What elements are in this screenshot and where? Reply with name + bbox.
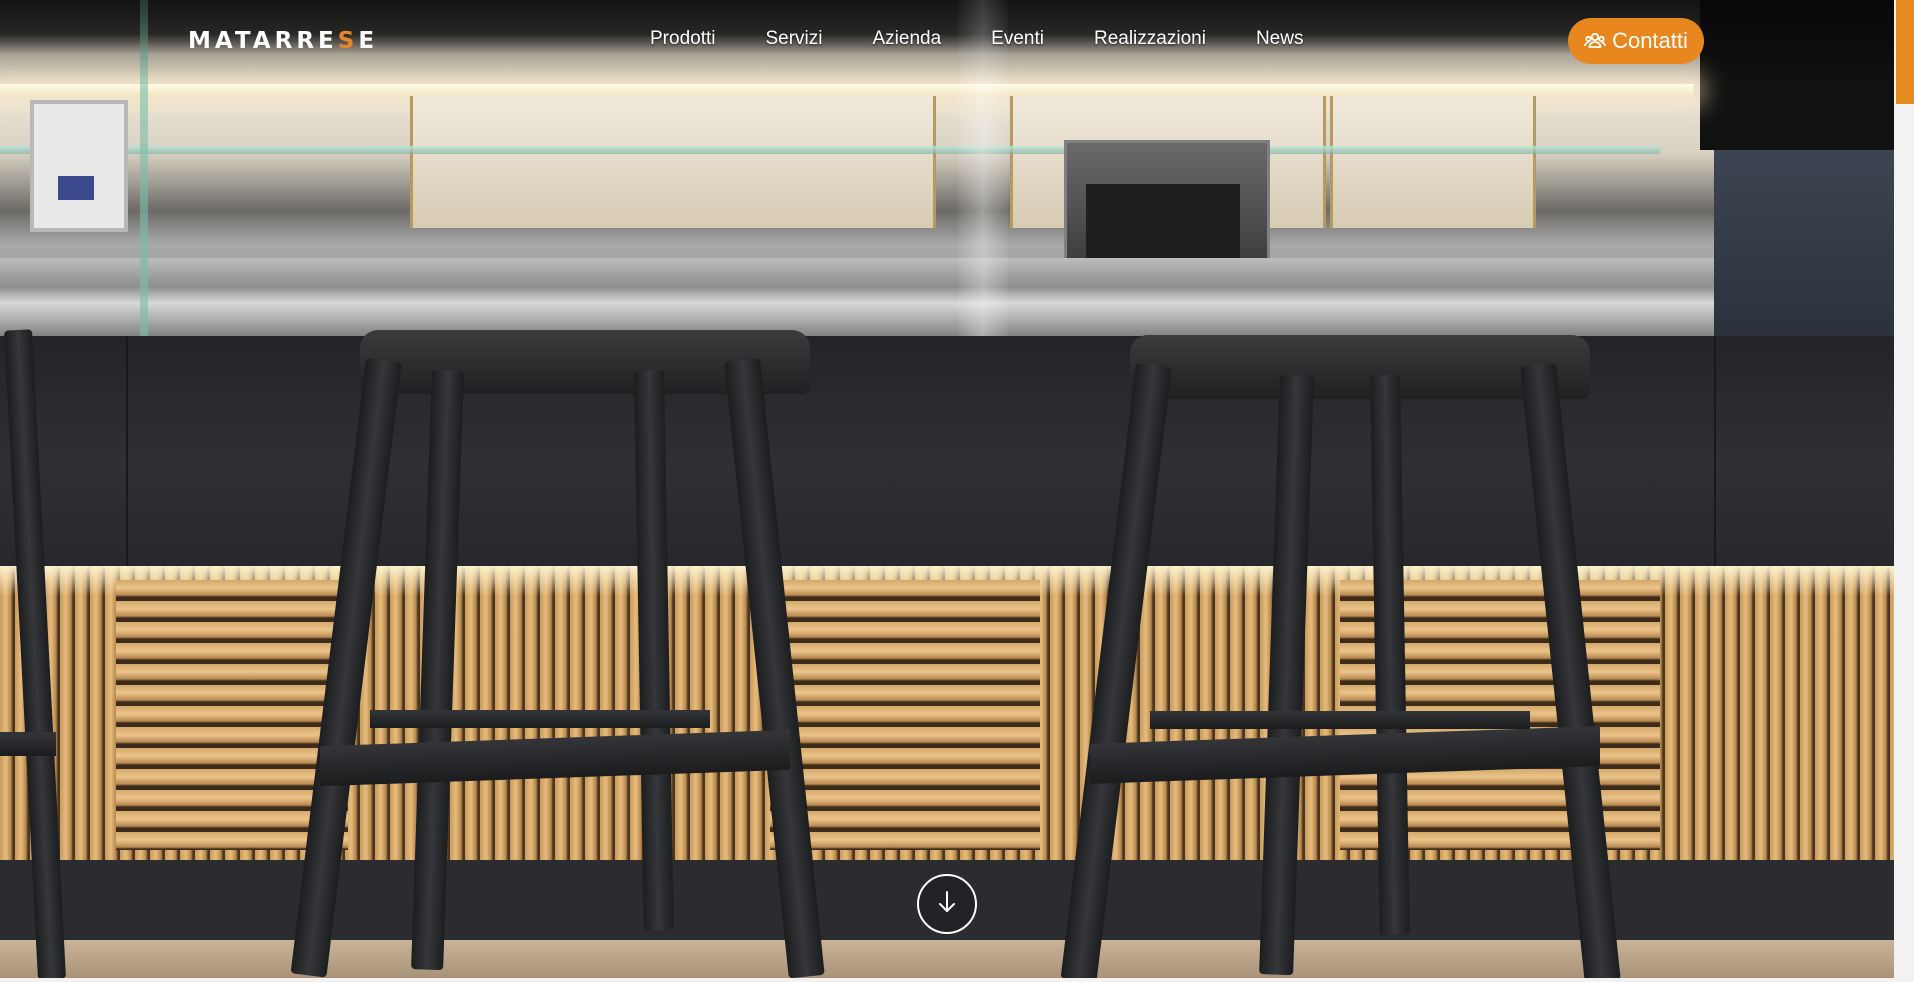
nav-item-realizzazioni[interactable]: Realizzazioni <box>1094 28 1206 50</box>
logo-text-accent: S <box>337 28 359 54</box>
scrollbar-thumb[interactable] <box>1896 0 1914 104</box>
hero-image <box>0 0 1894 978</box>
main-nav: Prodotti Servizi Azienda Eventi Realizza… <box>650 28 1353 50</box>
bar-counter <box>0 336 1894 568</box>
nav-item-eventi[interactable]: Eventi <box>991 28 1044 50</box>
nav-item-azienda[interactable]: Azienda <box>873 28 942 50</box>
scrollbar-track[interactable] <box>1894 0 1914 982</box>
page: MATARRESE Prodotti Servizi Azienda Event… <box>0 0 1914 982</box>
logo[interactable]: MATARRESE <box>188 28 378 54</box>
nav-item-news[interactable]: News <box>1256 28 1304 50</box>
nav-item-servizi[interactable]: Servizi <box>765 28 822 50</box>
contact-button[interactable]: Contatti <box>1568 18 1704 64</box>
scroll-down-button[interactable] <box>917 874 977 934</box>
contact-button-label: Contatti <box>1612 28 1688 53</box>
logo-text-main: MATARRE <box>188 28 338 54</box>
nav-item-prodotti[interactable]: Prodotti <box>650 28 715 50</box>
site-header: MATARRESE Prodotti Servizi Azienda Event… <box>0 0 1894 82</box>
users-icon <box>1584 31 1606 51</box>
arrow-down-icon <box>936 889 958 919</box>
logo-text-tail: E <box>358 28 379 54</box>
